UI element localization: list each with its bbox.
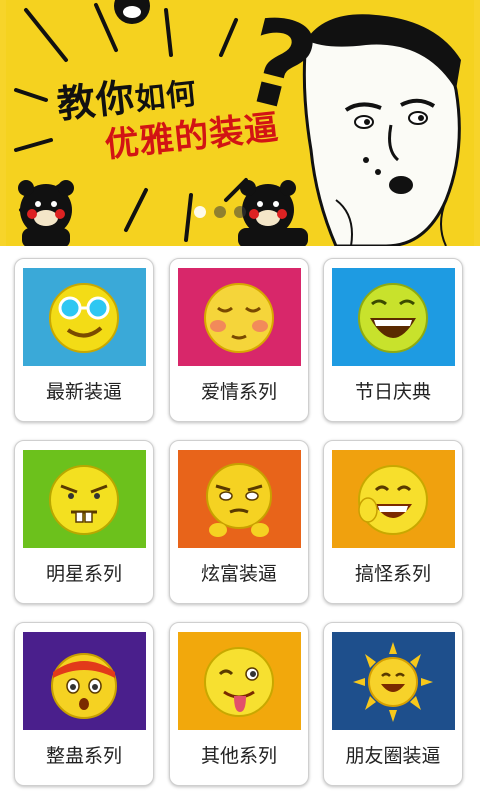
sun-laughing-emoji-icon [332, 632, 455, 730]
smug-emoji-icon [178, 450, 301, 548]
category-card-festival[interactable]: 节日庆典 [323, 258, 463, 422]
category-card-funny[interactable]: 搞怪系列 [323, 440, 463, 604]
bear-mascot-middle [238, 180, 308, 246]
laughing-emoji-icon [332, 268, 455, 366]
pager-dot[interactable] [234, 206, 246, 218]
meme-face-illustration [302, 14, 461, 246]
banner-pager [194, 206, 246, 218]
category-label: 爱情系列 [200, 381, 277, 403]
grinning-emoji-icon [332, 450, 455, 548]
category-card-prank[interactable]: 整蛊系列 [14, 622, 154, 786]
category-label: 明星系列 [45, 563, 122, 585]
category-label: 其他系列 [200, 745, 277, 767]
winking-tongue-emoji-icon [178, 632, 301, 730]
category-label: 节日庆典 [354, 381, 431, 403]
category-card-celebrity[interactable]: 明星系列 [14, 440, 154, 604]
category-label: 炫富装逼 [200, 563, 277, 585]
buck-teeth-emoji-icon [23, 450, 146, 548]
promo-banner[interactable]: ? 教你如何 优雅的装逼 [0, 0, 480, 246]
category-card-other[interactable]: 其他系列 [169, 622, 309, 786]
category-label: 最新装逼 [45, 381, 122, 403]
category-label: 整蛊系列 [45, 745, 122, 767]
bandana-surprised-emoji-icon [23, 632, 146, 730]
bear-mascot-top [114, 0, 150, 24]
category-card-moments[interactable]: 朋友圈装逼 [323, 622, 463, 786]
category-card-love[interactable]: 爱情系列 [169, 258, 309, 422]
cool-sunglasses-emoji-icon [23, 268, 146, 366]
pager-dot[interactable] [214, 206, 226, 218]
banner-image: ? 教你如何 优雅的装逼 [6, 0, 474, 246]
bear-mascot-left [18, 180, 74, 246]
category-grid: 最新装逼 爱情系列 节日庆典 明星系列 炫富装逼 搞怪系列 整蛊系列 其他系列 … [14, 258, 466, 800]
category-label: 朋友圈装逼 [345, 745, 441, 767]
blushing-emoji-icon [178, 268, 301, 366]
category-card-rich[interactable]: 炫富装逼 [169, 440, 309, 604]
category-card-latest[interactable]: 最新装逼 [14, 258, 154, 422]
category-label: 搞怪系列 [354, 563, 431, 585]
pager-dot[interactable] [194, 206, 206, 218]
